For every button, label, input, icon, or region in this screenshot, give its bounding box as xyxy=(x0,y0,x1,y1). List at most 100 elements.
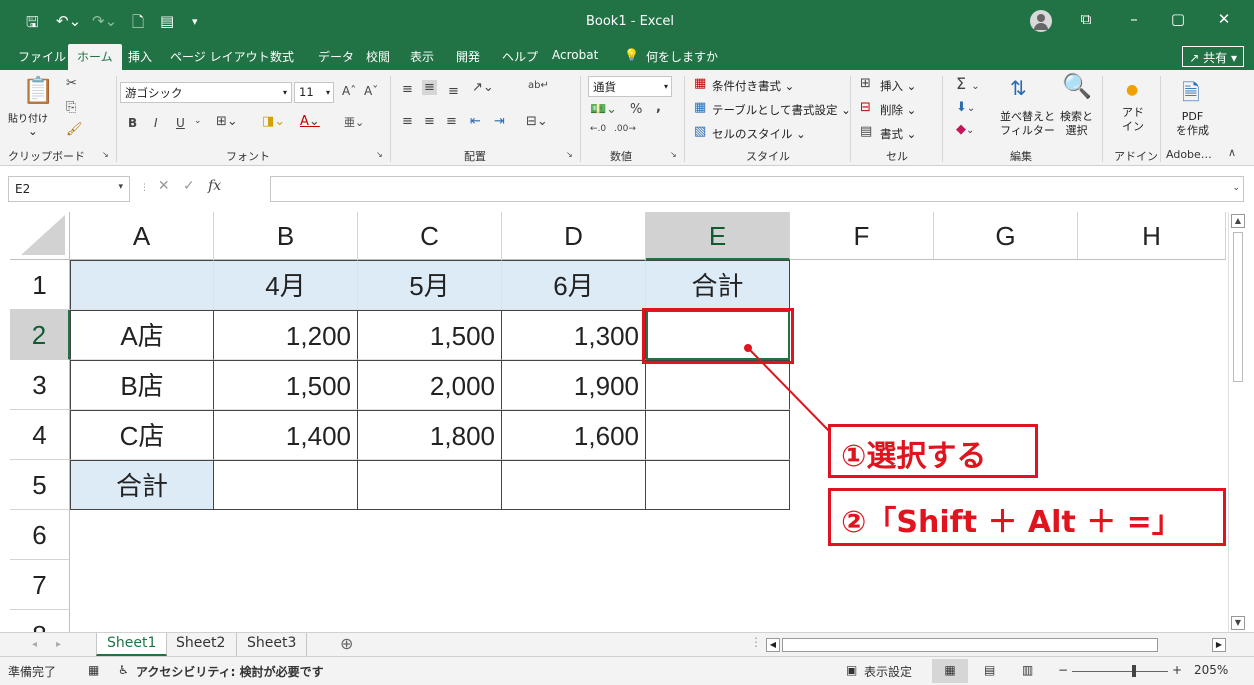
tab-help[interactable]: ヘルプ xyxy=(502,48,538,65)
zoom-out-icon[interactable]: − xyxy=(1058,663,1068,677)
accessibility-icon[interactable]: ♿ xyxy=(118,663,129,677)
sort-filter-button[interactable]: 並べ替えと フィルター xyxy=(1000,110,1055,138)
find-select-button[interactable]: 検索と 選択 xyxy=(1060,110,1093,138)
italic-button[interactable]: I xyxy=(154,116,158,130)
collapse-ribbon-icon[interactable]: ∧ xyxy=(1228,146,1236,159)
cell-b5[interactable] xyxy=(214,460,358,510)
cell-styles-icon[interactable]: ▧ xyxy=(694,124,706,139)
ribbon-display-options-icon[interactable]: ⧉ xyxy=(1074,10,1098,28)
minimize-button[interactable]: – xyxy=(1122,10,1146,28)
name-box[interactable]: E2 ▾ xyxy=(8,176,130,202)
cell-c2[interactable]: 1,500 xyxy=(358,310,502,360)
add-sheet-icon[interactable]: ⊕ xyxy=(330,632,363,655)
cell-b3[interactable]: 1,500 xyxy=(214,360,358,410)
cell-a4[interactable]: C店 xyxy=(70,410,214,460)
underline-button[interactable]: U xyxy=(176,116,185,130)
row-header-8[interactable]: 8 xyxy=(10,610,70,632)
column-header-b[interactable]: B xyxy=(214,212,358,260)
sheet-tab-sheet3[interactable]: Sheet3 xyxy=(236,633,308,656)
scroll-up-icon[interactable]: ▲ xyxy=(1231,214,1245,228)
cell-c4[interactable]: 1,800 xyxy=(358,410,502,460)
cell-c5[interactable] xyxy=(358,460,502,510)
scroll-down-icon[interactable]: ▼ xyxy=(1231,616,1245,630)
fill-color-icon[interactable]: ◨⌄ xyxy=(262,114,285,129)
insert-cells-button[interactable]: 挿入 ⌄ xyxy=(880,78,916,94)
cell-c1[interactable]: 5月 xyxy=(358,260,502,310)
paste-dropdown-icon[interactable]: ⌄ xyxy=(28,124,38,138)
accessibility-status[interactable]: アクセシビリティ: 検討が必要です xyxy=(136,663,324,680)
expand-formula-bar-icon[interactable]: ⌄ xyxy=(1232,183,1240,193)
cell-e3[interactable] xyxy=(646,360,790,410)
cell-d3[interactable]: 1,900 xyxy=(502,360,646,410)
zoom-in-icon[interactable]: + xyxy=(1172,663,1182,677)
macro-record-icon[interactable]: ▦ xyxy=(88,663,99,677)
cell-d1[interactable]: 6月 xyxy=(502,260,646,310)
close-button[interactable]: ✕ xyxy=(1212,10,1236,28)
clipboard-launcher-icon[interactable]: ↘ xyxy=(102,150,109,159)
fill-icon[interactable]: ⬇⌄ xyxy=(956,100,975,115)
page-break-view-icon[interactable]: ▥ xyxy=(1022,663,1033,677)
zoom-level[interactable]: 205% xyxy=(1194,663,1228,677)
number-format-box[interactable]: 通貨 ▾ xyxy=(588,76,672,97)
cell-b2[interactable]: 1,200 xyxy=(214,310,358,360)
alignment-launcher-icon[interactable]: ↘ xyxy=(566,150,573,159)
form-icon[interactable]: ▤ xyxy=(160,12,174,30)
copy-icon[interactable]: ⎘ xyxy=(66,100,76,115)
number-launcher-icon[interactable]: ↘ xyxy=(670,150,677,159)
wrap-text-icon[interactable]: ab↵ xyxy=(528,80,549,91)
increase-font-icon[interactable]: Aˆ xyxy=(342,84,356,98)
cell-a2[interactable]: A店 xyxy=(70,310,214,360)
format-cells-button[interactable]: 書式 ⌄ xyxy=(880,126,916,142)
align-middle-icon[interactable]: ≡ xyxy=(422,80,437,95)
row-header-2[interactable]: 2 xyxy=(10,310,70,360)
increase-decimal-icon[interactable]: ←.0 xyxy=(590,124,606,134)
tab-developer[interactable]: 開発 xyxy=(456,48,480,65)
tab-formulas[interactable]: 数式 xyxy=(270,48,294,65)
tab-page-layout[interactable]: ページ レイアウト xyxy=(170,48,270,65)
addins-icon[interactable]: ● xyxy=(1126,82,1138,98)
autosum-icon[interactable]: Σ ⌄ xyxy=(956,74,980,93)
align-top-icon[interactable]: ≡ xyxy=(402,82,413,97)
zoom-slider[interactable] xyxy=(1072,665,1168,677)
page-layout-view-icon[interactable]: ▤ xyxy=(984,663,995,677)
addins-button[interactable]: アド イン xyxy=(1122,106,1144,134)
cell-c3[interactable]: 2,000 xyxy=(358,360,502,410)
decrease-font-icon[interactable]: Aˇ xyxy=(364,84,378,98)
decrease-decimal-icon[interactable]: .00→ xyxy=(614,124,636,134)
redo-icon[interactable]: ↷⌄ xyxy=(92,12,117,30)
share-button[interactable]: ↗ 共有 ▾ xyxy=(1182,46,1244,67)
maximize-button[interactable]: ▢ xyxy=(1166,10,1190,28)
comma-button[interactable]: , xyxy=(656,100,661,115)
create-pdf-button[interactable]: PDF を作成 xyxy=(1176,110,1209,138)
account-avatar[interactable] xyxy=(1030,10,1052,32)
decrease-indent-icon[interactable]: ⇤ xyxy=(470,114,481,129)
normal-view-icon[interactable]: ▦ xyxy=(932,659,968,683)
horizontal-scroll-thumb[interactable] xyxy=(782,638,1158,652)
enter-icon[interactable]: ✓ xyxy=(183,178,195,194)
merge-center-icon[interactable]: ⊟⌄ xyxy=(526,114,548,129)
display-settings-button[interactable]: 表示設定 xyxy=(864,663,912,680)
font-size-box[interactable]: 11 ▾ xyxy=(294,82,334,103)
row-header-3[interactable]: 3 xyxy=(10,360,70,410)
cell-b4[interactable]: 1,400 xyxy=(214,410,358,460)
percent-button[interactable]: % xyxy=(630,102,642,117)
cell-d2[interactable]: 1,300 xyxy=(502,310,646,360)
create-pdf-icon[interactable]: 🗎 xyxy=(1182,76,1200,114)
tab-insert[interactable]: 挿入 xyxy=(128,48,152,65)
font-name-box[interactable]: 游ゴシック ▾ xyxy=(120,82,292,103)
conditional-format-icon[interactable]: ▦ xyxy=(694,76,706,91)
column-header-f[interactable]: F xyxy=(790,212,934,260)
tab-file[interactable]: ファイル xyxy=(18,48,66,65)
tab-data[interactable]: データ xyxy=(318,48,354,65)
row-header-1[interactable]: 1 xyxy=(10,260,70,310)
customize-quick-access-icon[interactable]: ▾ xyxy=(192,15,198,28)
cell-styles-button[interactable]: セルのスタイル ⌄ xyxy=(712,126,806,142)
tab-review[interactable]: 校閲 xyxy=(366,48,390,65)
tell-me-search[interactable]: 何をしますか xyxy=(646,48,718,65)
increase-indent-icon[interactable]: ⇥ xyxy=(494,114,505,129)
select-all-button[interactable] xyxy=(10,212,70,260)
row-header-4[interactable]: 4 xyxy=(10,410,70,460)
save-icon[interactable]: 🖫 xyxy=(26,12,39,37)
new-file-icon[interactable]: 🗋 xyxy=(132,12,144,37)
orientation-icon[interactable]: ↗⌄ xyxy=(472,80,494,95)
